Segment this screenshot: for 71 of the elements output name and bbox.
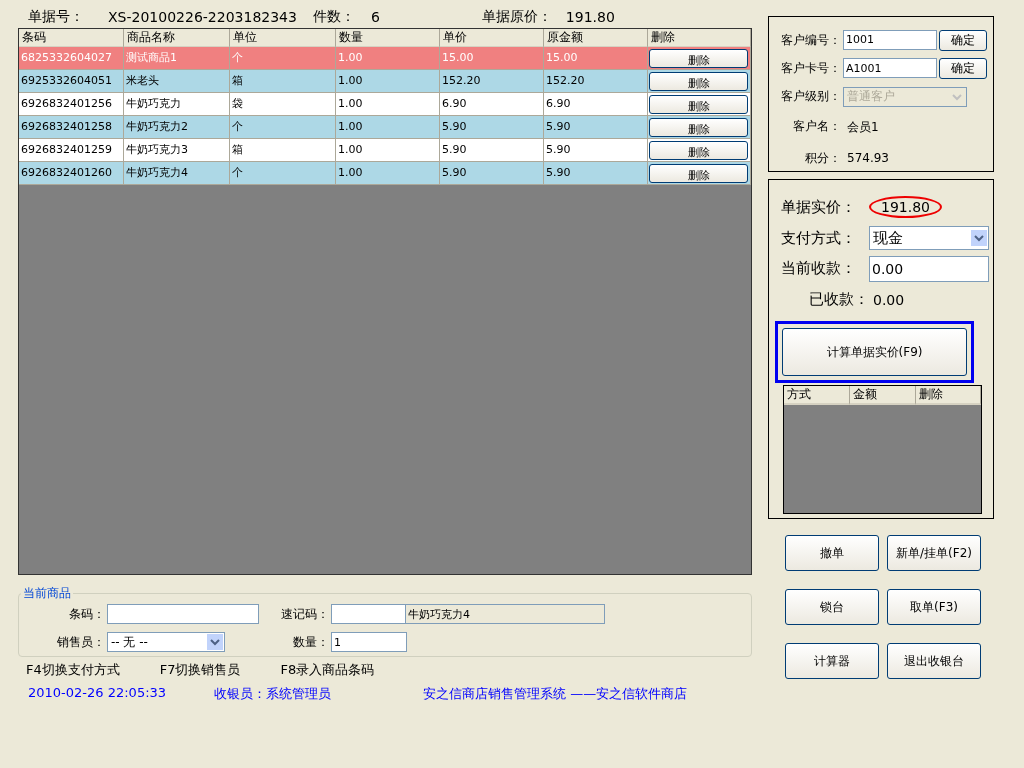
action-button[interactable]: 新单/挂单(F2) <box>887 535 981 571</box>
customer-field[interactable]: 1001 <box>843 29 937 50</box>
quantity-field[interactable]: 1 <box>331 632 407 652</box>
payment-method-select[interactable]: 现金 <box>869 226 989 251</box>
actual-price: 191.80 <box>869 196 942 219</box>
customer-info: 574.93 <box>846 150 890 168</box>
table-cell: 个 <box>230 162 336 185</box>
hotkey-hint: F8录入商品条码 <box>280 661 375 679</box>
field-label: 销售员： <box>56 633 106 651</box>
table-row[interactable]: 6926832401258 牛奶巧克力2 个 1.00 5.90 5.90 删除 <box>19 116 751 139</box>
table-row[interactable]: 6926832401259 牛奶巧克力3 箱 1.00 5.90 5.90 删除 <box>19 139 751 162</box>
delete-button[interactable]: 删除 <box>649 94 748 114</box>
field-label: 客户级别： <box>780 88 842 106</box>
field-label: 积分： <box>804 149 842 167</box>
customer-field[interactable]: A1001 <box>843 58 937 79</box>
table-cell: 牛奶巧克力4 <box>124 162 230 185</box>
field-label: 数量： <box>292 633 330 651</box>
field-label: 当前收款： <box>781 259 857 279</box>
received-amount: 0.00 <box>872 291 905 308</box>
shortcode-field[interactable] <box>331 604 407 624</box>
status-text: 2010-02-26 22:05:33 <box>28 685 167 702</box>
current-payment-field[interactable]: 0.00 <box>869 255 989 282</box>
seller-select[interactable]: -- 无 -- <box>107 632 225 652</box>
field-label: 已收款： <box>808 290 870 310</box>
original-price: 191.80 <box>565 9 615 25</box>
field-label: 客户编号： <box>780 31 842 49</box>
delete-button[interactable]: 删除 <box>649 71 748 91</box>
action-button[interactable]: 取单(F3) <box>887 589 981 625</box>
delete-button[interactable]: 删除 <box>649 163 748 183</box>
original-price-label: 单据原价： <box>481 8 552 26</box>
bill-number-label: 单据号： <box>28 8 84 26</box>
delete-button[interactable]: 删除 <box>649 140 748 160</box>
item-count: 6 <box>370 9 380 25</box>
confirm-button[interactable]: 确定 <box>939 29 987 51</box>
hotkey-hint: F4切换支付方式 <box>26 661 120 679</box>
field-label: 客户卡号： <box>780 60 842 78</box>
field-label: 支付方式： <box>781 228 857 248</box>
action-button[interactable]: 退出收银台 <box>887 643 981 679</box>
table-row[interactable]: 6926832401256 牛奶巧克力 袋 1.00 6.90 6.90 删除 <box>19 93 751 116</box>
action-button[interactable]: 撤单 <box>785 535 879 571</box>
column-header: 金额 <box>850 386 916 405</box>
dropdown-icon <box>971 230 987 247</box>
column-header: 删除 <box>916 386 981 405</box>
item-count-label: 件数： <box>312 8 355 26</box>
calculate-button[interactable]: 计算单据实价(F9) <box>782 328 967 376</box>
action-button[interactable]: 计算器 <box>785 643 879 679</box>
status-text: 安之信商店销售管理系统 ——安之信软件商店 <box>423 685 688 703</box>
delete-button[interactable]: 删除 <box>649 48 748 68</box>
column-header: 方式 <box>784 386 850 405</box>
product-name-field[interactable]: 牛奶巧克力4 <box>405 604 605 624</box>
field-label: 单据实价： <box>781 197 857 217</box>
hotkey-hint: F7切换销售员 <box>159 661 241 679</box>
group-title: 当前商品 <box>22 585 72 602</box>
table-cell: 5.90 <box>544 162 648 185</box>
table-cell: 6926832401260 <box>19 162 124 185</box>
table-row[interactable]: 6925332604051 米老头 箱 1.00 152.20 152.20 删除 <box>19 70 751 93</box>
table-row[interactable]: 6926832401260 牛奶巧克力4 个 1.00 5.90 5.90 删除 <box>19 162 751 185</box>
status-text: 收银员：系统管理员 <box>214 685 332 703</box>
customer-info: 会员1 <box>846 118 880 136</box>
bill-number: XS-20100226-2203182343 <box>108 9 297 25</box>
dropdown-icon <box>207 634 223 650</box>
table-cell: 5.90 <box>440 162 544 185</box>
table-row[interactable]: 6825332604027 测试商品1 个 1.00 15.00 15.00 删除 <box>19 47 751 70</box>
field-label: 客户名： <box>792 118 842 136</box>
delete-button[interactable]: 删除 <box>649 117 748 137</box>
action-button[interactable]: 锁台 <box>785 589 879 625</box>
field-label: 速记码： <box>280 605 330 623</box>
barcode-field[interactable] <box>107 604 259 624</box>
confirm-button[interactable]: 确定 <box>939 58 987 80</box>
table-cell: 1.00 <box>336 162 440 185</box>
field-label: 条码： <box>68 605 106 623</box>
